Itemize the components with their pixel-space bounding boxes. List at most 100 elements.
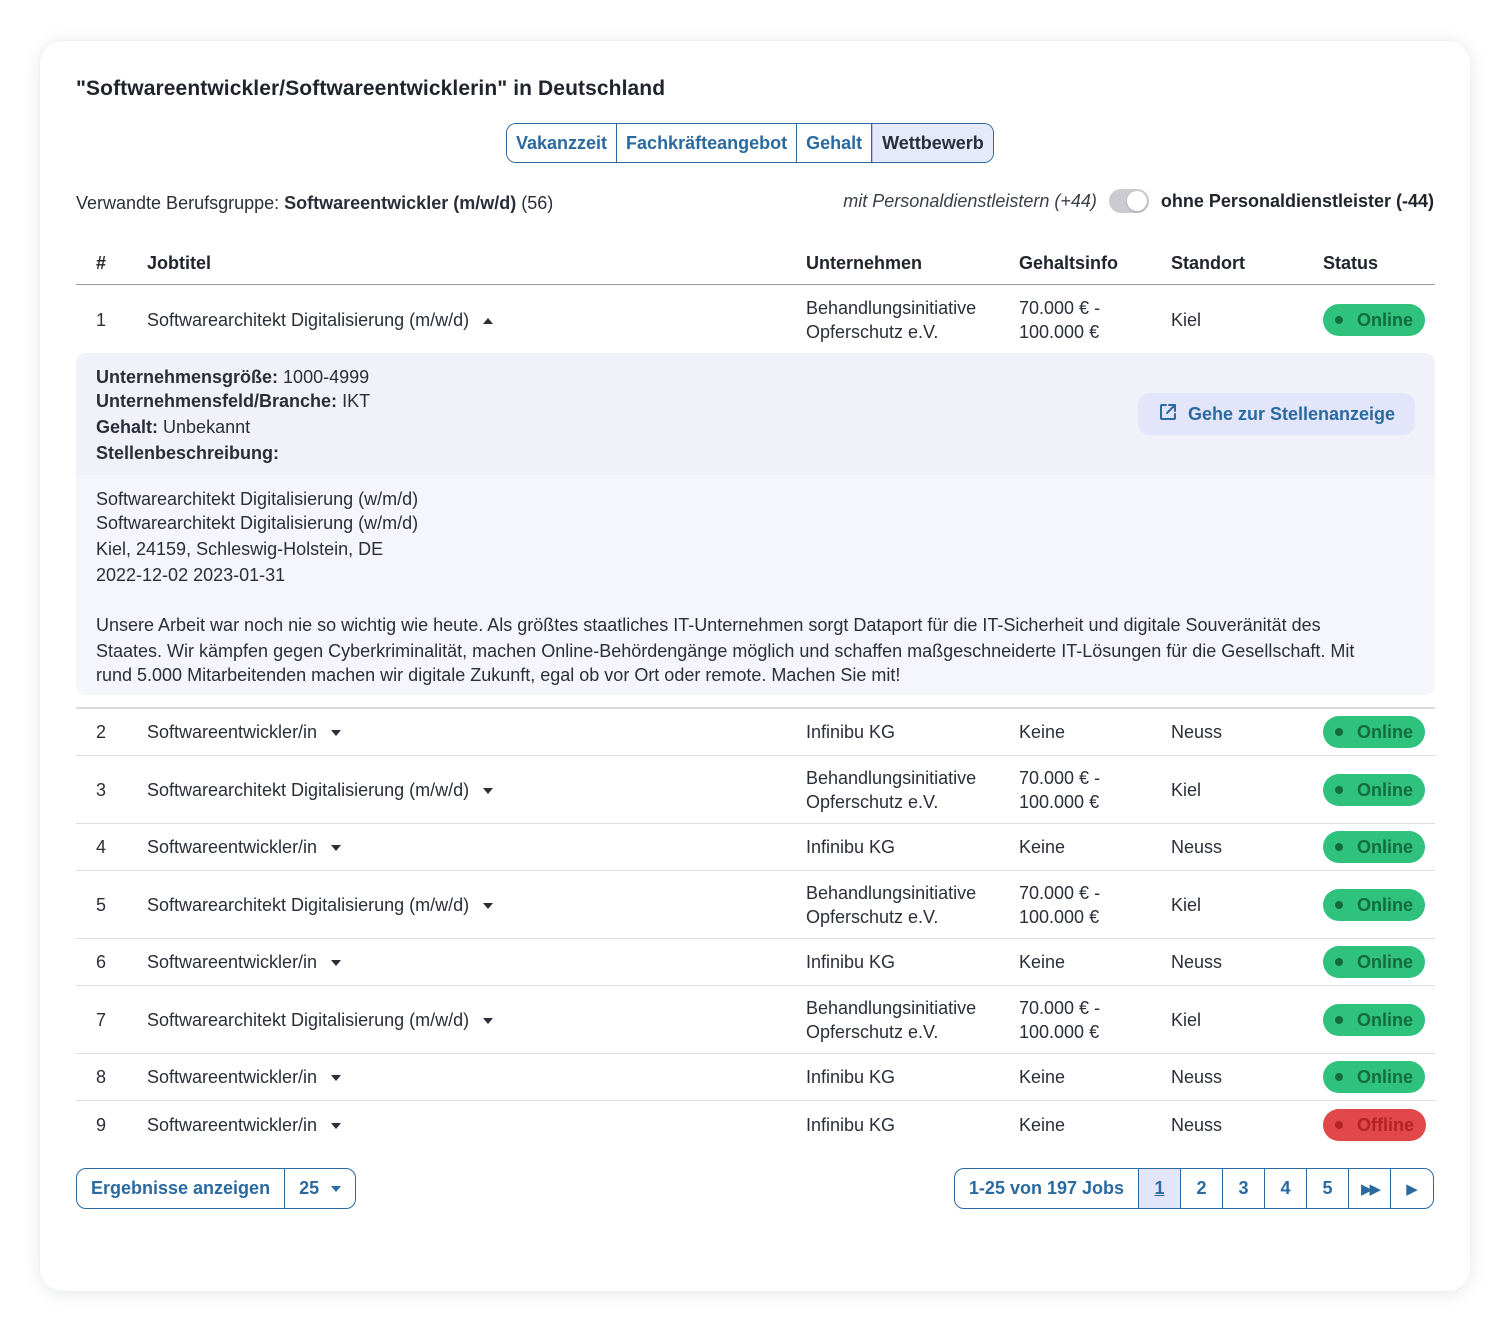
header-location: Standort — [1171, 253, 1245, 273]
table-row[interactable]: 9 Softwareentwickler/in Infinibu KG Kein… — [76, 1101, 1435, 1148]
chevron-down-icon[interactable] — [331, 845, 342, 852]
results-per-page-value: 25 — [299, 1178, 320, 1198]
row-num: 1 — [95, 309, 106, 330]
status-badge: Online — [1323, 1003, 1426, 1036]
chevron-down-icon[interactable] — [331, 1122, 342, 1129]
page-title: "Softwareentwickler/Softwareentwicklerin… — [76, 77, 666, 100]
status-text: Offline — [1357, 1114, 1414, 1135]
row-job-title: Softwareentwickler/in — [147, 952, 318, 972]
status-badge: Online — [1323, 716, 1426, 748]
row-location: Kiel — [1171, 309, 1202, 330]
status-dot-icon — [1335, 843, 1343, 851]
detail-description-label: Stellenbeschreibung: — [96, 443, 279, 464]
table-row[interactable]: 4 Softwareentwickler/in Infinibu KG Kein… — [76, 824, 1435, 871]
row-job: Softwarearchitekt Digitalisierung (m/w/d… — [147, 308, 494, 332]
table-row[interactable]: 8 Softwareentwickler/in Infinibu KG Kein… — [76, 1054, 1435, 1101]
fast-forward-icon[interactable]: ▶▶ — [1349, 1169, 1391, 1208]
results-per-page-select[interactable]: 25 — [285, 1169, 355, 1208]
page-button-3[interactable]: 3 — [1223, 1169, 1265, 1208]
status-dot-icon — [1335, 1120, 1343, 1129]
row-status: Online — [1323, 303, 1426, 336]
pagination-info: 1-25 von 197 Jobs — [955, 1169, 1139, 1208]
row-status: Online — [1323, 831, 1426, 863]
row-salary: 70.000 € - 100.000 € — [1019, 766, 1100, 814]
detail-salary-value: Unbekannt — [163, 417, 251, 437]
tab-gehalt[interactable]: Gehalt — [797, 124, 873, 162]
status-dot-icon — [1335, 785, 1343, 794]
results-per-page-label: Ergebnisse anzeigen — [77, 1169, 286, 1208]
status-dot-icon — [1335, 315, 1343, 324]
header-salary: Gehaltsinfo — [1019, 253, 1119, 273]
row-salary: Keine — [1019, 1114, 1066, 1135]
related-group-name: Softwareentwickler (m/w/d) — [284, 193, 517, 213]
page-button-4[interactable]: 4 — [1265, 1169, 1307, 1208]
table-row[interactable]: 5 Softwarearchitekt Digitalisierung (m/w… — [76, 871, 1435, 939]
status-badge: Online — [1323, 888, 1426, 921]
chevron-up-icon[interactable] — [483, 317, 494, 324]
row-company-line2: Opferschutz e.V. — [806, 906, 939, 927]
row-status: Online — [1323, 1061, 1426, 1093]
row-num: 9 — [95, 1114, 106, 1135]
table-row[interactable]: 2 Softwareentwickler/in Infinibu KG Kein… — [76, 709, 1435, 756]
tab-vakanzzeit[interactable]: Vakanzzeit — [507, 124, 618, 162]
row-status: Online — [1323, 1003, 1426, 1036]
status-text: Online — [1357, 722, 1414, 742]
next-page-icon[interactable]: ▶ — [1391, 1169, 1433, 1208]
page-button-5[interactable]: 5 — [1307, 1169, 1349, 1208]
chevron-down-icon[interactable] — [331, 1075, 342, 1082]
detail-salary-label: Gehalt: — [96, 417, 159, 437]
row-job-title: Softwareentwickler/in — [147, 1114, 318, 1135]
page-button-1[interactable]: 1 — [1139, 1169, 1181, 1208]
row-company: Infinibu KG — [806, 1067, 896, 1087]
page-button-2[interactable]: 2 — [1181, 1169, 1223, 1208]
status-dot-icon — [1335, 1015, 1343, 1024]
chevron-down-icon[interactable] — [483, 1017, 494, 1024]
status-dot-icon — [1335, 958, 1343, 966]
status-badge: Online — [1323, 1061, 1426, 1093]
row-company: Infinibu KG — [806, 1114, 896, 1135]
header-company: Unternehmen — [806, 253, 923, 273]
tab-wettbewerb[interactable]: Wettbewerb — [872, 124, 993, 162]
row-job-title: Softwareentwickler/in — [147, 722, 318, 742]
row-job-title: Softwarearchitekt Digitalisierung (m/w/d… — [147, 779, 470, 800]
tab-fachkraefteangebot[interactable]: Fachkräfteangebot — [617, 124, 798, 162]
detail-desc-label: Stellenbeschreibung: — [96, 443, 280, 463]
table-row[interactable]: 7 Softwarearchitekt Digitalisierung (m/w… — [76, 986, 1435, 1054]
row-salary: Keine — [1019, 1067, 1066, 1087]
pagination: 1-25 von 197 Jobs 1 2 3 4 5 ▶▶ ▶ — [953, 1168, 1434, 1209]
row-salary: 70.000 € - 100.000 € — [1019, 296, 1100, 344]
status-dot-icon — [1335, 728, 1343, 736]
row-location: Neuss — [1171, 837, 1223, 857]
table-row[interactable]: 3 Softwarearchitekt Digitalisierung (m/w… — [76, 756, 1435, 824]
goto-job-posting-button[interactable]: Gehe zur Stellenanzeige — [1137, 393, 1415, 435]
related-group-label: Verwandte Berufsgruppe: — [76, 193, 280, 213]
row-job: Softwareentwickler/in — [147, 950, 342, 974]
table-row[interactable]: 1 Softwarearchitekt Digitalisierung (m/w… — [76, 286, 1435, 353]
row-status: Offline — [1323, 1108, 1426, 1141]
chevron-down-icon[interactable] — [331, 730, 342, 737]
row-job-title: Softwarearchitekt Digitalisierung (m/w/d… — [147, 309, 470, 330]
detail-text-line: Softwarearchitekt Digitalisierung (w/m/d… — [96, 513, 419, 533]
chevron-down-icon — [331, 1185, 342, 1192]
row-salary-line1: 70.000 € - — [1019, 297, 1101, 318]
header-job: Jobtitel — [147, 253, 212, 273]
status-badge: Offline — [1323, 1108, 1426, 1141]
row-status: Online — [1323, 716, 1426, 748]
chevron-down-icon[interactable] — [483, 787, 494, 794]
table-row[interactable]: 6 Softwareentwickler/in Infinibu KG Kein… — [76, 939, 1435, 986]
row-company: Behandlungsinitiative Opferschutz e.V. — [806, 766, 976, 814]
row-salary-line2: 100.000 € — [1019, 791, 1100, 812]
chevron-down-icon[interactable] — [331, 960, 342, 967]
row-company-line1: Behandlungsinitiative — [806, 997, 977, 1018]
row-company: Infinibu KG — [806, 837, 896, 857]
goto-job-posting-label: Gehe zur Stellenanzeige — [1187, 403, 1395, 424]
status-badge: Online — [1323, 773, 1426, 806]
row-location: Kiel — [1171, 894, 1202, 915]
staffing-toggle-switch[interactable] — [1108, 189, 1149, 213]
chevron-down-icon[interactable] — [483, 902, 494, 909]
detail-text-line: Softwarearchitekt Digitalisierung (w/m/d… — [96, 489, 419, 509]
detail-company-size: Unternehmensgröße: 1000-4999 — [96, 367, 369, 388]
detail-company-field: Unternehmensfeld/Branche: IKT — [96, 391, 370, 412]
row-company: Behandlungsinitiative Opferschutz e.V. — [806, 996, 976, 1044]
row-num: 3 — [95, 779, 106, 800]
